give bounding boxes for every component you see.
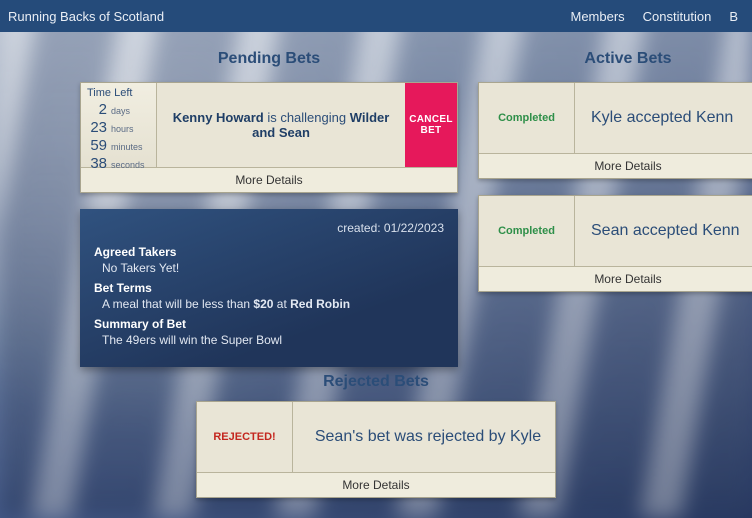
active-column: Active Bets Completed Kyle accepted Kenn… bbox=[478, 50, 752, 367]
status-badge-completed: Completed bbox=[479, 196, 575, 266]
time-days-num: 2 bbox=[87, 101, 107, 119]
summary-heading: Summary of Bet bbox=[94, 317, 444, 331]
challenger-name: Kenny Howard bbox=[173, 110, 264, 125]
nav-constitution[interactable]: Constitution bbox=[643, 9, 712, 24]
pending-bet-summary: Kenny Howard is challenging Wilder and S… bbox=[157, 83, 405, 167]
bet-terms-heading: Bet Terms bbox=[94, 281, 444, 295]
pending-heading: Pending Bets bbox=[80, 50, 458, 68]
active-heading: Active Bets bbox=[478, 50, 752, 68]
cancel-bet-button[interactable]: CANCEL BET bbox=[405, 83, 457, 167]
site-title: Running Backs of Scotland bbox=[8, 9, 164, 24]
time-minutes-unit: minutes bbox=[111, 142, 143, 153]
rejected-heading: Rejected Bets bbox=[196, 373, 556, 391]
time-left-box: Time Left 2days 23hours 59minutes 38seco… bbox=[81, 83, 157, 167]
challenge-mid: is challenging bbox=[264, 110, 350, 125]
nav-b[interactable]: B bbox=[729, 9, 738, 24]
rejected-bet-1-text: Sean's bet was rejected by Kyle bbox=[293, 402, 555, 472]
active-bet-card-2: Completed Sean accepted Kenn More Detail… bbox=[478, 195, 752, 292]
time-minutes-num: 59 bbox=[87, 137, 107, 155]
pending-bet-details-panel: created: 01/22/2023 Agreed Takers No Tak… bbox=[80, 209, 458, 367]
time-hours-unit: hours bbox=[111, 124, 134, 135]
summary-value: The 49ers will win the Super Bowl bbox=[102, 333, 444, 347]
top-navbar: Running Backs of Scotland Members Consti… bbox=[0, 0, 752, 32]
agreed-takers-heading: Agreed Takers bbox=[94, 245, 444, 259]
bet-terms-pre: A meal that will be less than bbox=[102, 297, 253, 311]
pending-bet-card: Time Left 2 days 23 hours 59 minutes 38 seco… bbox=[80, 82, 458, 193]
rejected-section: Rejected Bets REJECTED! Sean's bet was r… bbox=[196, 373, 556, 498]
bet-terms-place: Red Robin bbox=[290, 297, 350, 311]
nav-members[interactable]: Members bbox=[570, 9, 624, 24]
bet-terms-amount: $20 bbox=[253, 297, 273, 311]
time-seconds-num: 38 bbox=[87, 155, 107, 173]
active-bet-card-1: Completed Kyle accepted Kenn More Detail… bbox=[478, 82, 752, 179]
created-date: created: 01/22/2023 bbox=[94, 221, 444, 235]
status-badge-completed: Completed bbox=[479, 83, 575, 153]
rejected-1-more-details-button[interactable]: More Details bbox=[197, 472, 555, 497]
status-badge-rejected: REJECTED! bbox=[197, 402, 293, 472]
active-bet-2-text: Sean accepted Kenn bbox=[575, 196, 752, 266]
time-days-unit: days bbox=[111, 106, 130, 117]
pending-column: Pending Bets Time Left 2 days 23 hours 59 m… bbox=[80, 50, 458, 367]
active-bet-1-text: Kyle accepted Kenn bbox=[575, 83, 752, 153]
active-1-more-details-button[interactable]: More Details bbox=[479, 153, 752, 178]
bet-terms-value: A meal that will be less than $20 at Red… bbox=[102, 297, 444, 311]
bet-terms-mid: at bbox=[273, 297, 290, 311]
active-2-more-details-button[interactable]: More Details bbox=[479, 266, 752, 291]
time-hours-num: 23 bbox=[87, 119, 107, 137]
nav-links: Members Constitution B bbox=[570, 9, 738, 24]
time-left-label: Time Left bbox=[87, 87, 150, 99]
rejected-bet-card-1: REJECTED! Sean's bet was rejected by Kyl… bbox=[196, 401, 556, 498]
agreed-takers-value: No Takers Yet! bbox=[102, 261, 444, 275]
time-seconds-unit: seconds bbox=[111, 160, 145, 171]
